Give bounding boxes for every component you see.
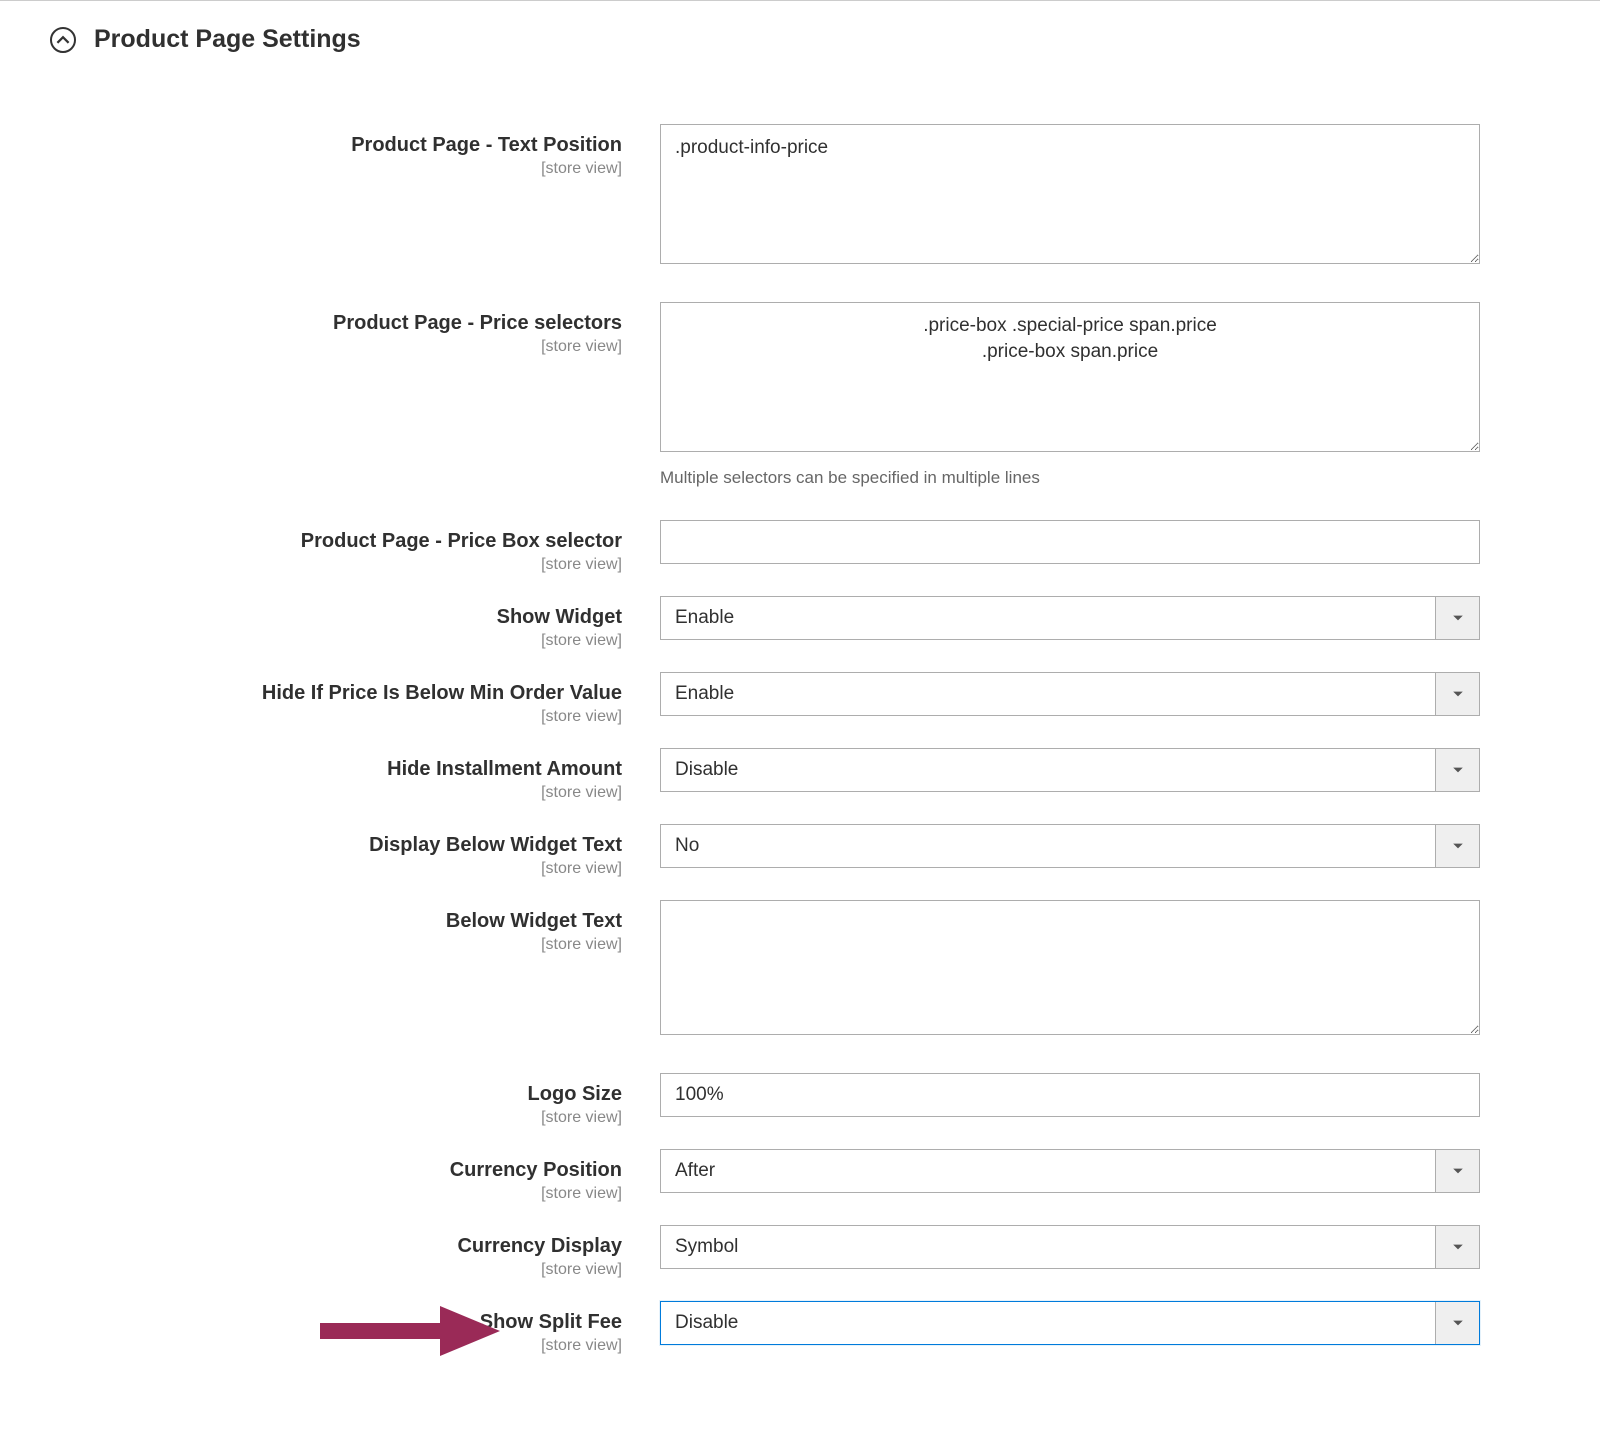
field-below-widget-text: Below Widget Text [store view]	[60, 900, 1540, 1041]
settings-section: Product Page Settings Product Page - Tex…	[0, 0, 1600, 1417]
price-box-selector-input[interactable]	[660, 520, 1480, 564]
currency-display-select[interactable]: Symbol	[660, 1225, 1480, 1269]
field-scope: [store view]	[60, 1109, 622, 1127]
field-scope: [store view]	[60, 1261, 622, 1279]
field-label: Display Below Widget Text	[369, 834, 622, 856]
field-show-widget: Show Widget [store view] Enable	[60, 596, 1540, 650]
price-selectors-note: Multiple selectors can be specified in m…	[660, 468, 1480, 488]
field-scope: [store view]	[60, 160, 622, 178]
field-scope: [store view]	[60, 784, 622, 802]
select-value: Disable	[661, 1312, 1435, 1334]
field-display-below-widget-text: Display Below Widget Text [store view] N…	[60, 824, 1540, 878]
chevron-down-icon	[1435, 673, 1479, 715]
field-scope: [store view]	[60, 1337, 622, 1355]
field-currency-position: Currency Position [store view] After	[60, 1149, 1540, 1203]
field-currency-display: Currency Display [store view] Symbol	[60, 1225, 1540, 1279]
select-value: No	[661, 835, 1435, 857]
chevron-down-icon	[1435, 1226, 1479, 1268]
chevron-down-icon	[1435, 1302, 1479, 1344]
field-label: Below Widget Text	[446, 910, 622, 932]
field-label: Currency Display	[457, 1235, 622, 1257]
field-label: Product Page - Price Box selector	[301, 530, 622, 552]
field-text-position: Product Page - Text Position [store view…	[60, 124, 1540, 270]
chevron-down-icon	[1435, 597, 1479, 639]
field-label: Logo Size	[528, 1083, 622, 1105]
field-label: Hide If Price Is Below Min Order Value	[262, 682, 622, 704]
field-logo-size: Logo Size [store view]	[60, 1073, 1540, 1127]
field-hide-below-min: Hide If Price Is Below Min Order Value […	[60, 672, 1540, 726]
below-widget-text-input[interactable]	[660, 900, 1480, 1035]
hide-installment-select[interactable]: Disable	[660, 748, 1480, 792]
field-price-box-selector: Product Page - Price Box selector [store…	[60, 520, 1540, 574]
field-scope: [store view]	[60, 338, 622, 356]
select-value: Enable	[661, 607, 1435, 629]
currency-position-select[interactable]: After	[660, 1149, 1480, 1193]
chevron-down-icon	[1435, 825, 1479, 867]
chevron-down-icon	[1435, 1150, 1479, 1192]
field-scope: [store view]	[60, 708, 622, 726]
show-split-fee-select[interactable]: Disable	[660, 1301, 1480, 1345]
field-label: Show Split Fee	[480, 1311, 622, 1333]
field-show-split-fee: Show Split Fee [store view] Disable	[60, 1301, 1540, 1355]
display-below-widget-text-select[interactable]: No	[660, 824, 1480, 868]
field-scope: [store view]	[60, 860, 622, 878]
collapse-icon	[50, 27, 76, 53]
hide-below-min-select[interactable]: Enable	[660, 672, 1480, 716]
field-scope: [store view]	[60, 1185, 622, 1203]
show-widget-select[interactable]: Enable	[660, 596, 1480, 640]
select-value: After	[661, 1160, 1435, 1182]
field-price-selectors: Product Page - Price selectors [store vi…	[60, 302, 1540, 488]
field-scope: [store view]	[60, 936, 622, 954]
chevron-down-icon	[1435, 749, 1479, 791]
text-position-input[interactable]	[660, 124, 1480, 264]
field-label: Product Page - Text Position	[351, 134, 622, 156]
logo-size-input[interactable]	[660, 1073, 1480, 1117]
select-value: Enable	[661, 683, 1435, 705]
field-label: Show Widget	[497, 606, 622, 628]
field-scope: [store view]	[60, 632, 622, 650]
section-header[interactable]: Product Page Settings	[0, 1, 1600, 64]
select-value: Disable	[661, 759, 1435, 781]
field-label: Currency Position	[450, 1159, 622, 1181]
field-hide-installment: Hide Installment Amount [store view] Dis…	[60, 748, 1540, 802]
price-selectors-input[interactable]	[660, 302, 1480, 452]
section-title: Product Page Settings	[94, 25, 361, 54]
field-scope: [store view]	[60, 556, 622, 574]
field-label: Product Page - Price selectors	[333, 312, 622, 334]
select-value: Symbol	[661, 1236, 1435, 1258]
fields-container: Product Page - Text Position [store view…	[0, 64, 1600, 1417]
field-label: Hide Installment Amount	[387, 758, 622, 780]
